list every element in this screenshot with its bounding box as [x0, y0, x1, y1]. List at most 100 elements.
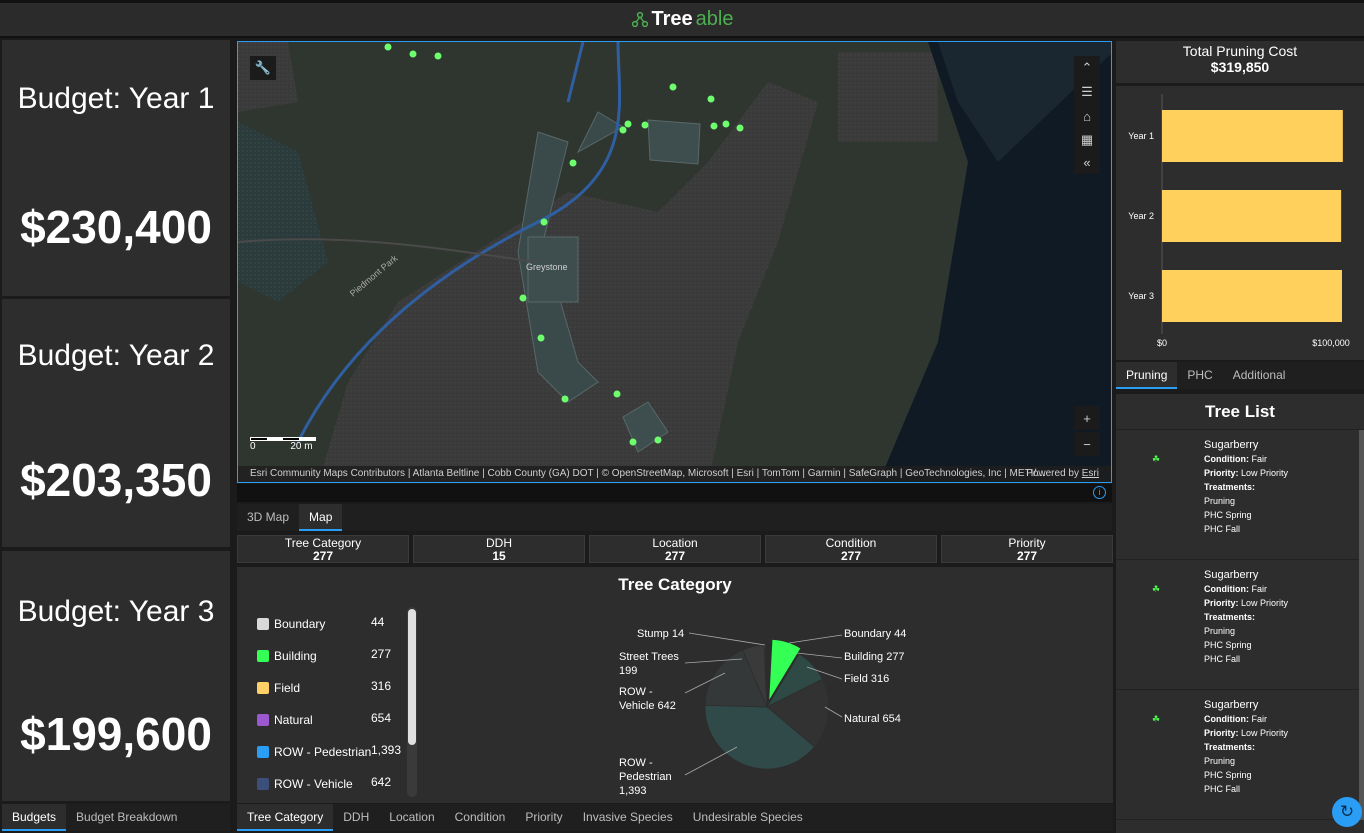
- treatments-label: Treatments:: [1204, 480, 1288, 494]
- qr-icon[interactable]: ▦: [1074, 128, 1100, 152]
- priority-label: Priority:: [1204, 598, 1239, 608]
- bar-year-3[interactable]: [1162, 270, 1342, 322]
- tab-phc[interactable]: PHC: [1177, 362, 1222, 389]
- pie-label-line: ROW -: [619, 686, 653, 698]
- treatment: PHC Spring: [1204, 770, 1252, 780]
- tree-marker[interactable]: [736, 124, 744, 132]
- map-attribution: Esri Community Maps Contributors | Atlan…: [238, 466, 1111, 482]
- refresh-icon[interactable]: ↻: [1332, 797, 1362, 827]
- budgets-column: Budget: Year 1 $230,400 Budget: Year 2 $…: [0, 40, 232, 833]
- app-header: Tree able: [0, 0, 1364, 38]
- bar-year-2[interactable]: [1162, 190, 1342, 242]
- tab-tree-category[interactable]: Tree Category: [237, 804, 334, 831]
- pie-label-street-trees: Street Trees 199: [619, 650, 679, 678]
- tab-ddh[interactable]: DDH: [333, 804, 379, 831]
- tab-condition[interactable]: Condition: [445, 804, 516, 831]
- bar-category-label: Year 3: [1128, 291, 1154, 301]
- tree-marker[interactable]: [540, 218, 548, 226]
- tab-3d-map[interactable]: 3D Map: [237, 504, 299, 531]
- pie-label-line: 1,393: [619, 785, 647, 797]
- map-canvas[interactable]: Greystone Piedmont Park: [238, 42, 1112, 483]
- stat-priority[interactable]: Priority 277: [941, 535, 1113, 563]
- priority-label: Priority:: [1204, 468, 1239, 478]
- wrench-icon[interactable]: 🔧: [250, 56, 276, 80]
- tree-marker[interactable]: [409, 50, 417, 58]
- stat-ddh[interactable]: DDH 15: [413, 535, 585, 563]
- info-icon[interactable]: i: [1093, 486, 1106, 499]
- tab-map[interactable]: Map: [299, 504, 343, 531]
- stat-tree-category[interactable]: Tree Category 277: [237, 535, 409, 563]
- treatments-heading: Treatments:: [1204, 612, 1256, 622]
- stat-value: 277: [312, 549, 334, 563]
- leaf-icon: ☘: [1152, 714, 1161, 724]
- attribution-text: Esri Community Maps Contributors | Atlan…: [250, 468, 1047, 479]
- powered-prefix: Powered by: [1026, 468, 1079, 479]
- tree-list-item[interactable]: ☘ Sugarberry Condition: Fair Priority: L…: [1116, 430, 1364, 560]
- stat-value: 15: [492, 549, 506, 563]
- treatment: PHC Spring: [1204, 640, 1252, 650]
- list-icon[interactable]: ☰: [1074, 80, 1100, 104]
- pie-label-line: Street Trees: [619, 651, 679, 663]
- tree-marker[interactable]: [629, 438, 637, 446]
- tree-marker[interactable]: [613, 390, 621, 398]
- bar-year-1[interactable]: [1162, 110, 1343, 162]
- tab-invasive-species[interactable]: Invasive Species: [573, 804, 683, 831]
- tab-budget-breakdown[interactable]: Budget Breakdown: [66, 804, 187, 831]
- collapse-icon[interactable]: «: [1074, 150, 1100, 174]
- treatment: Pruning: [1204, 626, 1236, 636]
- pie-label-row-pedestrian: ROW - Pedestrian 1,393: [619, 756, 672, 798]
- tab-additional[interactable]: Additional: [1223, 362, 1296, 389]
- stat-value: 277: [840, 549, 862, 563]
- home-icon[interactable]: ⌂: [1074, 104, 1100, 128]
- budget-label: Budget: Year 1: [17, 82, 215, 115]
- tree-priority: Priority: Low Priority: [1204, 596, 1288, 610]
- tree-marker[interactable]: [384, 43, 392, 51]
- tree-marker[interactable]: [619, 126, 627, 134]
- tree-list-scrollbar[interactable]: [1359, 430, 1364, 820]
- tab-location[interactable]: Location: [379, 804, 444, 831]
- tab-pruning[interactable]: Pruning: [1116, 362, 1178, 389]
- budget-card-year2: Budget: Year 2 $203,350: [2, 299, 230, 547]
- tab-budgets[interactable]: Budgets: [2, 804, 67, 831]
- tree-marker[interactable]: [519, 294, 527, 302]
- tree-marker[interactable]: [434, 52, 442, 60]
- tree-marker[interactable]: [707, 95, 715, 103]
- tree-marker[interactable]: [710, 122, 718, 130]
- budget-label: Budget: Year 3: [17, 595, 215, 628]
- tree-list-item[interactable]: ☘ Sugarberry Condition: Fair Priority: L…: [1116, 690, 1364, 820]
- zoom-out-icon[interactable]: −: [1074, 432, 1100, 456]
- treatment: PHC Fall: [1204, 784, 1241, 794]
- tree-list-item[interactable]: ☘ Sugarberry Condition: Fair Priority: L…: [1116, 560, 1364, 690]
- stat-location[interactable]: Location 277: [589, 535, 761, 563]
- priority-value: Low Priority: [1241, 598, 1289, 608]
- tree-condition: Condition: Fair: [1204, 582, 1288, 596]
- tree-marker[interactable]: [569, 159, 577, 167]
- tree-marker[interactable]: [722, 120, 730, 128]
- esri-link[interactable]: Esri: [1082, 468, 1099, 479]
- treatment: PHC Fall: [1204, 524, 1241, 534]
- tree-marker[interactable]: [654, 436, 662, 444]
- tree-marker[interactable]: [669, 83, 677, 91]
- pruning-cost-title: Total Pruning Cost: [1182, 43, 1298, 59]
- map-info-strip: i: [237, 484, 1112, 502]
- pruning-bar-chart-panel: Year 1 Year 2 Year 3 $0 $100,000: [1116, 86, 1364, 360]
- stat-condition[interactable]: Condition 277: [765, 535, 937, 563]
- budget-tabs: Budgets Budget Breakdown: [2, 804, 230, 831]
- map-scale: 0 20 m: [250, 437, 316, 452]
- tree-marker[interactable]: [624, 120, 632, 128]
- budget-card-year1: Budget: Year 1 $230,400: [2, 40, 230, 296]
- tree-marker[interactable]: [641, 121, 649, 129]
- tab-undesirable-species[interactable]: Undesirable Species: [683, 804, 813, 831]
- map-tabs: 3D Map Map: [237, 504, 1112, 531]
- pie-label-line: Vehicle 642: [619, 700, 676, 712]
- app-logo: Tree able: [631, 8, 733, 31]
- zoom-in-icon[interactable]: +: [1074, 406, 1100, 430]
- tab-priority[interactable]: Priority: [515, 804, 572, 831]
- tree-marker[interactable]: [537, 334, 545, 342]
- map-view[interactable]: Greystone Piedmont Park 🔧 ⌃ ☰ ⌂ ▦ « + − …: [237, 41, 1112, 483]
- chevron-up-icon[interactable]: ⌃: [1074, 56, 1100, 80]
- pie-label-field: Field 316: [844, 673, 890, 685]
- budget-label: Budget: Year 2: [17, 339, 215, 372]
- tree-condition: Condition: Fair: [1204, 452, 1288, 466]
- tree-marker[interactable]: [561, 395, 569, 403]
